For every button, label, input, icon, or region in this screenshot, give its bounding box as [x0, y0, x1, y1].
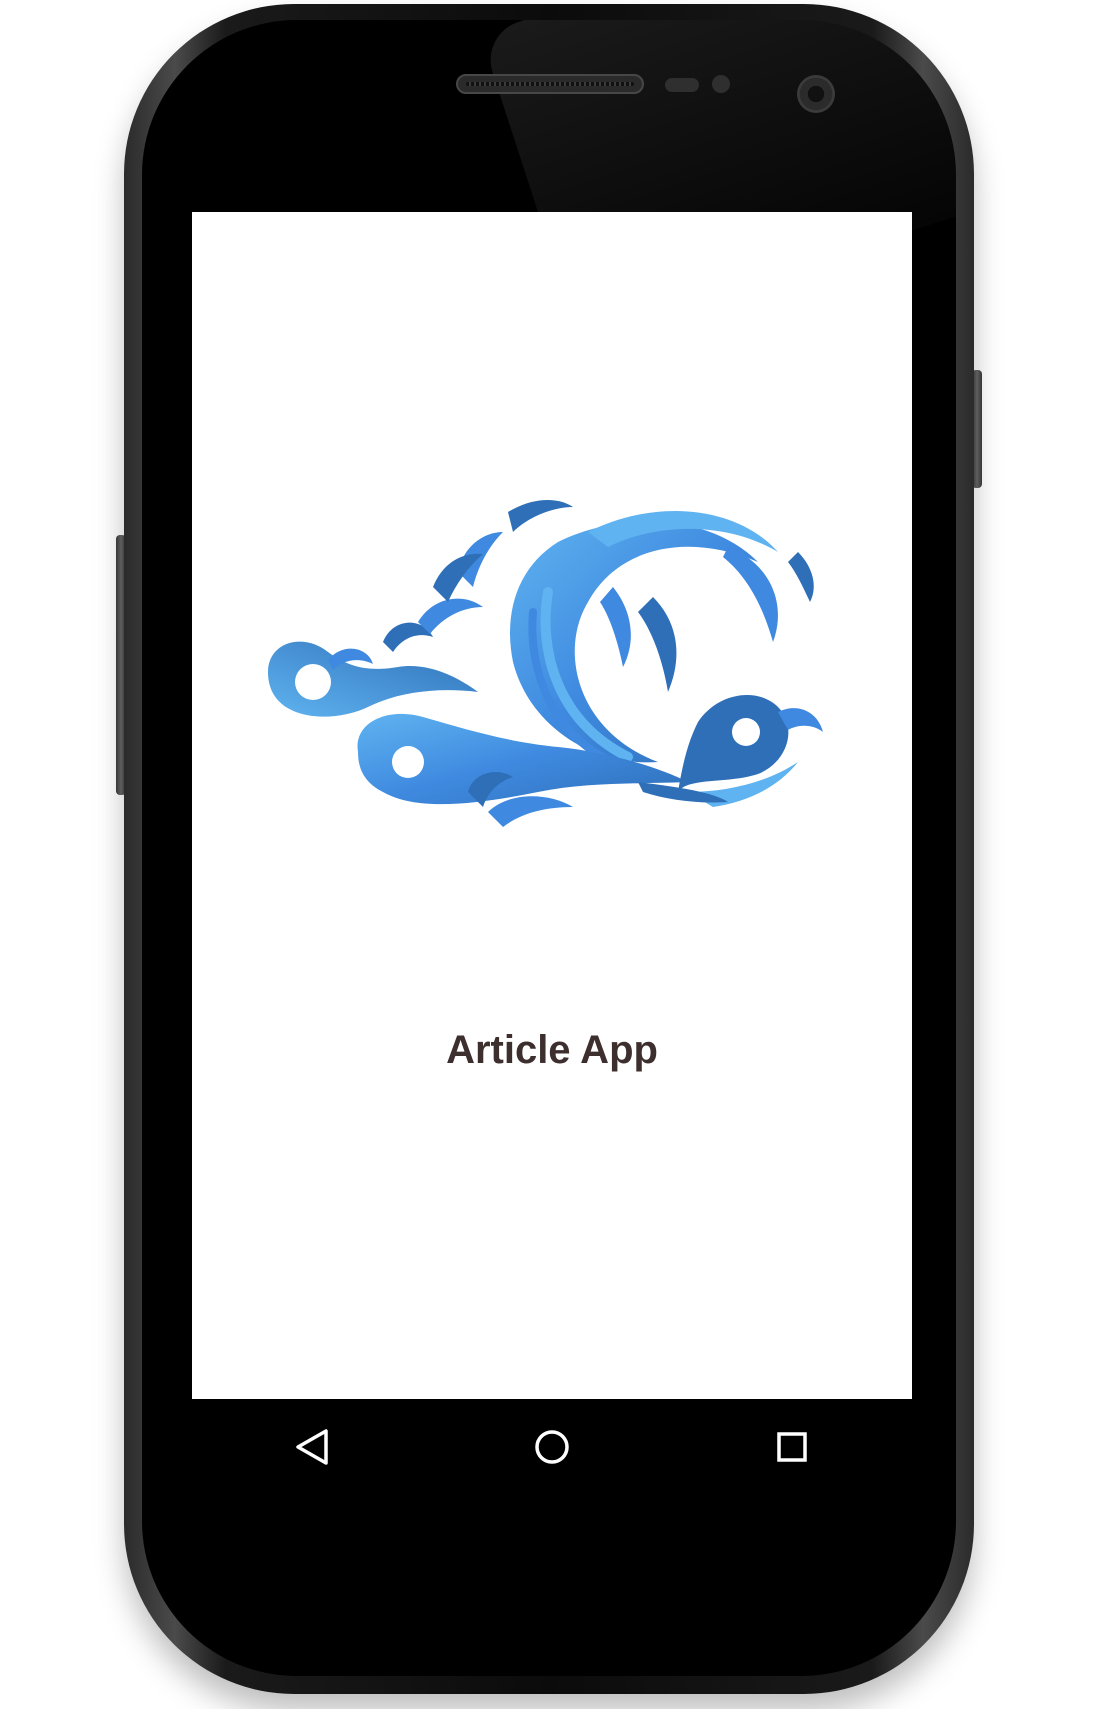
proximity-sensor — [665, 78, 699, 92]
app-screen: Article App — [192, 212, 912, 1399]
back-button[interactable] — [277, 1412, 347, 1482]
device-frame: Article App — [0, 0, 1101, 1709]
earpiece-speaker — [456, 74, 644, 94]
light-sensor — [712, 75, 730, 93]
front-camera — [797, 75, 835, 113]
app-title: Article App — [446, 1028, 658, 1072]
home-button[interactable] — [517, 1412, 587, 1482]
navigation-bar — [192, 1399, 912, 1495]
wave-logo-icon — [268, 500, 823, 827]
recents-square-icon — [777, 1432, 807, 1462]
home-circle-icon — [535, 1430, 569, 1464]
back-triangle-icon — [296, 1429, 328, 1465]
recents-button[interactable] — [757, 1412, 827, 1482]
